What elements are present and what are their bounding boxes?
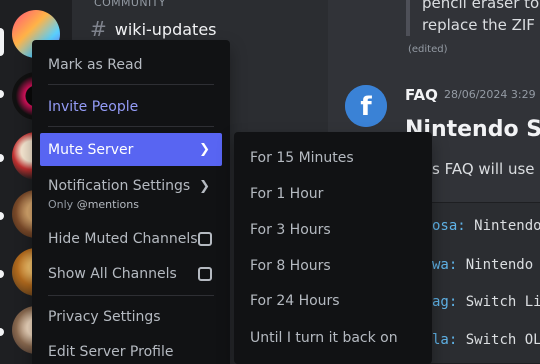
menu-label: Show All Channels bbox=[48, 266, 177, 282]
channel-item-wiki-updates[interactable]: # wiki-updates bbox=[90, 16, 217, 42]
menu-label: Edit Server Profile bbox=[48, 344, 174, 360]
mute-option-8-hours[interactable]: For 8 Hours bbox=[242, 252, 424, 280]
mute-option-3-hours[interactable]: For 3 Hours bbox=[242, 216, 424, 244]
privacy-settings-item[interactable]: Privacy Settings bbox=[40, 304, 222, 330]
mute-server-item[interactable]: Mute Server ❯ bbox=[40, 133, 222, 166]
menu-label: Invite People bbox=[48, 99, 139, 115]
avatar[interactable]: f bbox=[345, 85, 387, 127]
server-context-menu: Mark as Read Invite People Mute Server ❯… bbox=[32, 40, 230, 364]
menu-label: Mark as Read bbox=[48, 57, 143, 73]
unread-indicator bbox=[0, 212, 4, 220]
code-value: Switch Li bbox=[457, 294, 540, 310]
code-value: Nintendo bbox=[465, 218, 540, 234]
chevron-right-icon: ❯ bbox=[199, 178, 210, 194]
mark-as-read-item[interactable]: Mark as Read bbox=[40, 52, 222, 78]
edit-server-profile-item[interactable]: Edit Server Profile bbox=[40, 339, 222, 364]
message-timestamp: 28/06/2024 3:29 | bbox=[444, 88, 540, 101]
menu-label: Hide Muted Channels bbox=[48, 231, 198, 247]
hide-muted-checkbox[interactable] bbox=[198, 232, 212, 246]
quote-line: pencil eraser to u bbox=[422, 0, 540, 12]
chevron-right-icon: ❯ bbox=[199, 142, 210, 157]
quote-line: replace the ZIF c bbox=[422, 16, 540, 34]
quoted-message: pencil eraser to u replace the ZIF c bbox=[406, 0, 540, 36]
menu-separator bbox=[48, 295, 214, 296]
avatar-letter: f bbox=[360, 92, 372, 122]
setting-prefix: Only bbox=[48, 198, 77, 211]
channel-name: wiki-updates bbox=[114, 19, 217, 39]
faq-logo-icon: f bbox=[345, 85, 387, 127]
selected-server-indicator bbox=[0, 28, 4, 56]
code-key: wa: bbox=[432, 257, 458, 273]
unread-indicator bbox=[0, 270, 4, 278]
code-value: Nintendo bbox=[457, 257, 534, 273]
message-body: s FAQ will use co bbox=[432, 160, 540, 178]
mute-option-24-hours[interactable]: For 24 Hours bbox=[242, 287, 424, 315]
mute-duration-submenu: For 15 Minutes For 1 Hour For 3 Hours Fo… bbox=[234, 132, 432, 364]
code-key: ag: bbox=[432, 294, 458, 310]
invite-people-item[interactable]: Invite People bbox=[40, 94, 222, 120]
mute-option-1-hour[interactable]: For 1 Hour bbox=[242, 180, 424, 208]
show-all-checkbox[interactable] bbox=[198, 267, 212, 281]
code-key: la: bbox=[432, 332, 458, 348]
menu-label: Notification Settings bbox=[48, 178, 191, 194]
menu-separator bbox=[48, 84, 214, 85]
unread-indicator bbox=[0, 328, 4, 336]
setting-value: @mentions bbox=[76, 198, 139, 211]
show-all-channels-item[interactable]: Show All Channels bbox=[40, 261, 222, 287]
mute-option-until-turned-on[interactable]: Until I turn it back on bbox=[242, 324, 424, 352]
code-line: osa: Nintendo bbox=[432, 218, 540, 234]
menu-label: Privacy Settings bbox=[48, 309, 161, 325]
code-key: osa: bbox=[432, 218, 466, 234]
hide-muted-channels-item[interactable]: Hide Muted Channels bbox=[40, 226, 222, 252]
code-line: la: Switch OL bbox=[432, 332, 540, 348]
menu-separator bbox=[48, 126, 214, 127]
edited-tag: (edited) bbox=[408, 44, 448, 55]
code-line: wa: Nintendo bbox=[432, 257, 533, 273]
unread-indicator bbox=[0, 154, 4, 162]
unread-indicator bbox=[0, 90, 4, 98]
notification-settings-item[interactable]: Notification Settings ❯ bbox=[40, 174, 222, 198]
menu-label: Mute Server bbox=[48, 141, 134, 158]
notification-setting-value: Only @mentions bbox=[48, 198, 139, 211]
mute-option-15-minutes[interactable]: For 15 Minutes bbox=[242, 144, 424, 172]
channel-category[interactable]: COMMUNITY bbox=[94, 0, 166, 9]
code-line: ag: Switch Li bbox=[432, 294, 540, 310]
code-value: Switch OL bbox=[457, 332, 540, 348]
message-author[interactable]: FAQ bbox=[405, 86, 438, 104]
hash-icon: # bbox=[90, 17, 107, 41]
